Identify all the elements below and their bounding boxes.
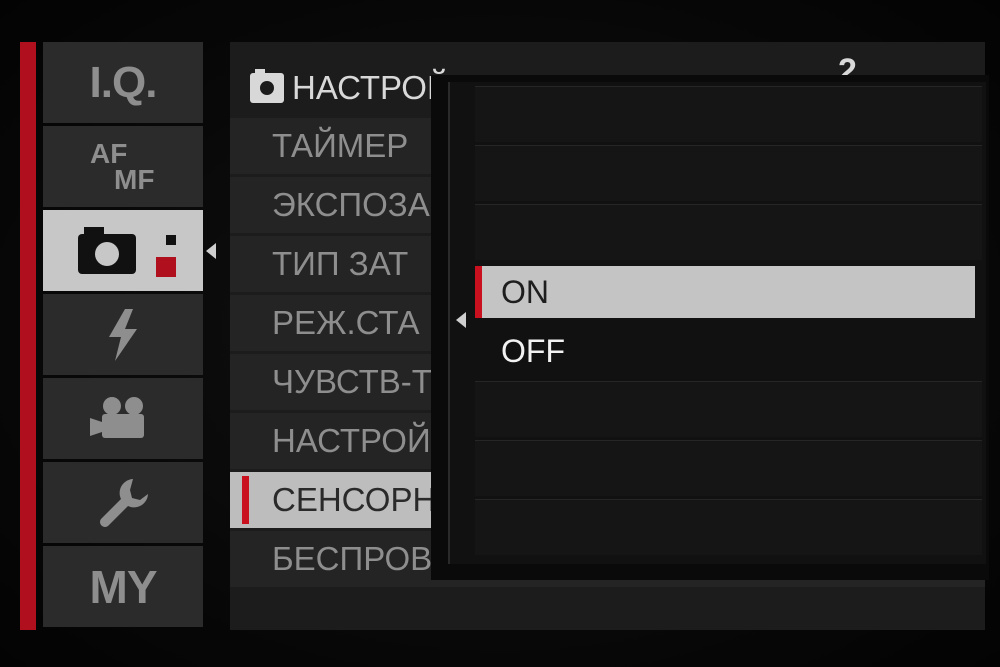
menu-item-label: ТАЙМЕР	[272, 127, 409, 164]
tab-movie[interactable]	[43, 378, 203, 459]
menu-item-label: БЕСПРОВ	[272, 540, 433, 577]
flash-icon	[109, 308, 137, 361]
menu-item-label: ТИП ЗАТ	[272, 245, 409, 282]
wrench-icon	[100, 478, 148, 527]
menu-title: НАСТРОЙ	[292, 69, 451, 106]
tab-image-quality[interactable]: I.Q.	[43, 42, 203, 123]
tab-label-iq: I.Q.	[89, 57, 158, 107]
option-pointer-icon	[456, 312, 466, 328]
tab-label-af: AF	[90, 137, 128, 169]
sidebar: I.Q. AF MF MY	[43, 42, 203, 630]
tab-setup[interactable]	[43, 462, 203, 543]
tab-af-mf[interactable]: AF MF	[43, 126, 203, 207]
tab-my-menu[interactable]: MY	[43, 546, 203, 627]
active-tab-pointer-icon	[206, 243, 216, 259]
menu-item-label: ЧУВСТВ-Т	[272, 363, 432, 400]
tab-label-mf: MF	[114, 163, 155, 195]
popup-empty-row	[475, 204, 982, 260]
menu-item-label: РЕЖ.СТА	[272, 304, 420, 341]
movie-camera-icon	[90, 396, 144, 438]
tab-label-my: MY	[89, 560, 158, 613]
tab-flash[interactable]	[43, 294, 203, 375]
menu-item-label: СЕНСОРН	[272, 481, 437, 518]
popup-empty-row	[475, 86, 982, 142]
popup-empty-row	[475, 145, 982, 201]
option-label: OFF	[501, 333, 565, 369]
popup-empty-row	[475, 499, 982, 555]
tab-shooting-settings[interactable]	[43, 210, 203, 291]
camera-menu-screen: I.Q. AF MF MY НАСТРОЙ 2 ТАЙМЕР ЭКСПОЗА Т…	[0, 0, 1000, 667]
menu-header: НАСТРОЙ	[250, 60, 451, 116]
popup-empty-row	[475, 381, 982, 437]
camera-icon	[78, 226, 176, 277]
popup-empty-row	[475, 440, 982, 496]
option-off[interactable]: OFF	[475, 325, 975, 377]
menu-item-label: НАСТРОЙ	[272, 422, 431, 459]
camera-icon	[250, 69, 284, 103]
menu-accent-strip	[20, 42, 36, 630]
af-mf-icon: AF MF	[88, 137, 158, 197]
option-label: ON	[501, 274, 549, 310]
option-on[interactable]: ON	[475, 266, 975, 318]
menu-item-label: ЭКСПОЗА	[272, 186, 430, 223]
